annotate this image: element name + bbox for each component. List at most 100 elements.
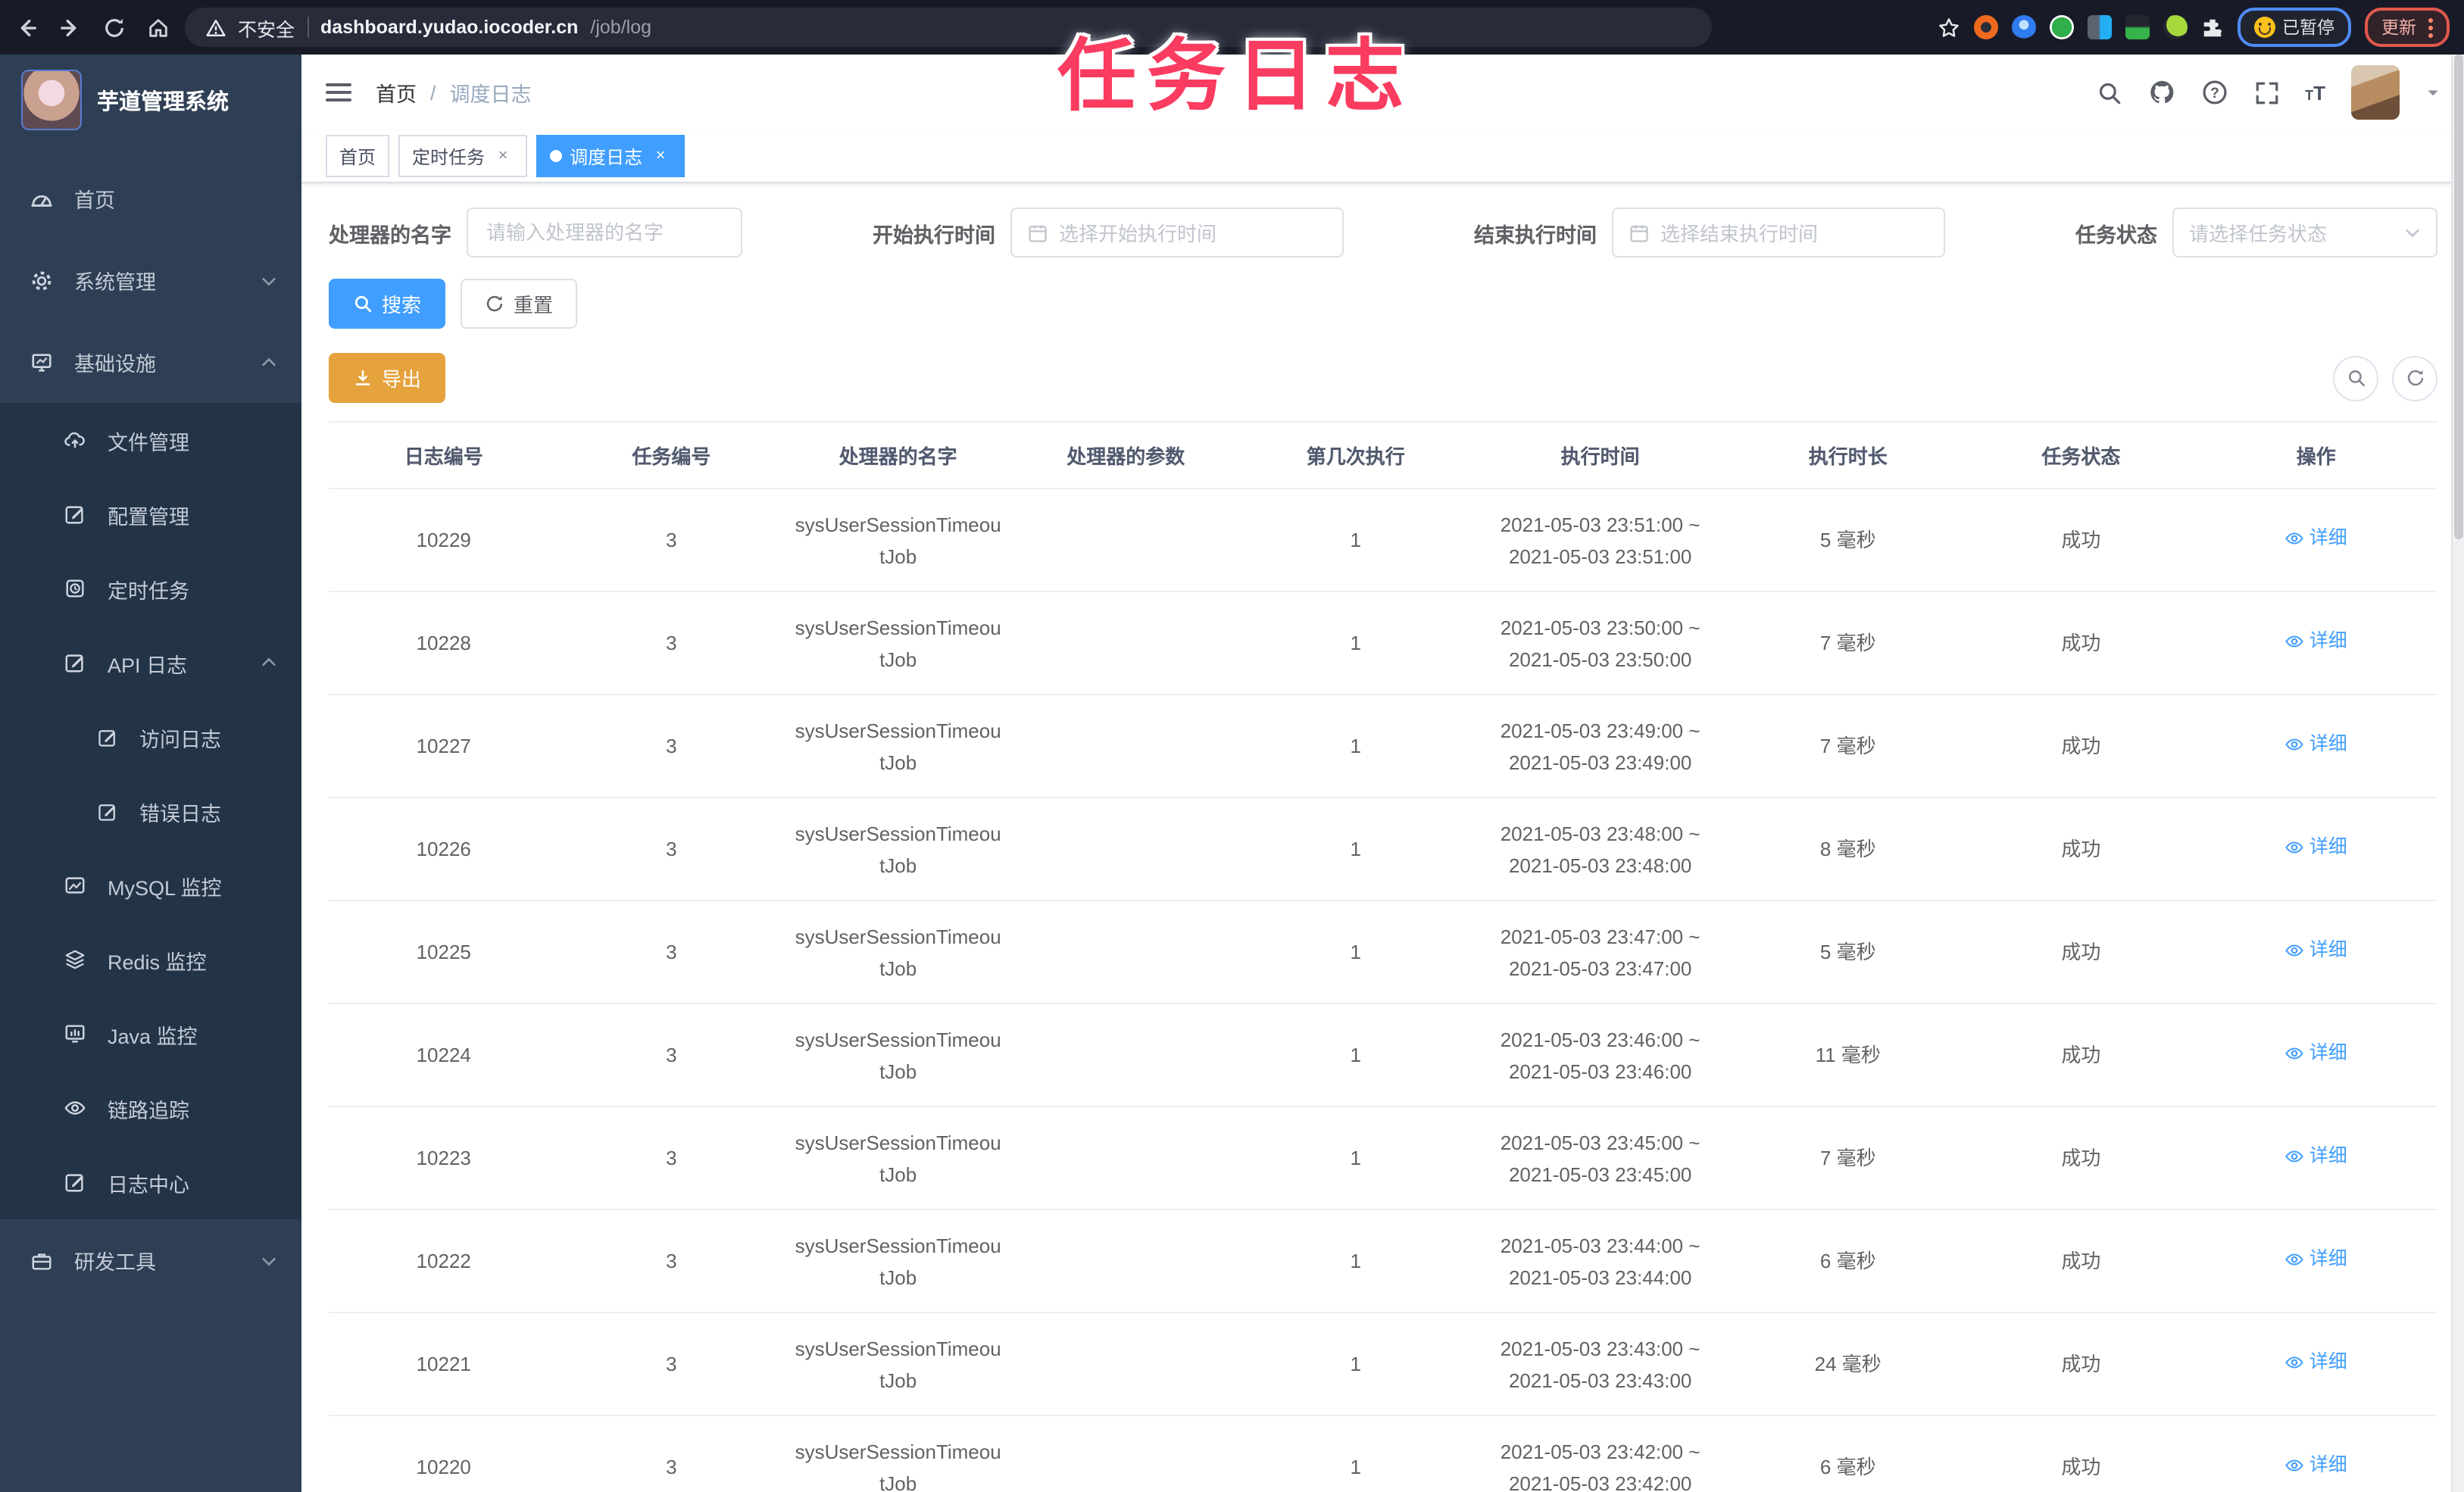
cell-handler-param bbox=[1012, 1358, 1240, 1370]
warning-triangle-icon bbox=[206, 17, 226, 37]
sidebar-item-error-log[interactable]: 错误日志 bbox=[0, 774, 301, 848]
detail-link[interactable]: 详细 bbox=[2285, 626, 2347, 657]
cell-job-id: 3 bbox=[666, 838, 677, 860]
tag-label: 定时任务 bbox=[412, 146, 486, 167]
sidebar-item-mysql-monitor[interactable]: MySQL 监控 bbox=[0, 848, 301, 922]
cell-actions: 详细 bbox=[2195, 1032, 2437, 1078]
detail-link[interactable]: 详细 bbox=[2285, 729, 2347, 760]
export-button[interactable]: 导出 bbox=[329, 353, 446, 403]
cell-handler-name: sysUserSessionTimeoutJob bbox=[795, 1131, 1001, 1185]
page-content: 处理器的名字 开始执行时间 选择开始执行时间 结束执行时间 bbox=[301, 183, 2464, 1492]
app-logo bbox=[21, 70, 82, 130]
sidebar-item-tracing[interactable]: 链路追踪 bbox=[0, 1071, 301, 1145]
sidebar-item-label: Java 监控 bbox=[108, 1025, 198, 1047]
detail-link[interactable]: 详细 bbox=[2285, 1347, 2347, 1378]
table-row: 10228 3 sysUserSessionTimeoutJob 1 2021-05-0… bbox=[329, 592, 2437, 695]
job-status-select[interactable]: 请选择任务状态 bbox=[2172, 208, 2437, 258]
avatar-caret-down-icon[interactable] bbox=[2425, 85, 2441, 100]
detail-link[interactable]: 详细 bbox=[2285, 1244, 2347, 1275]
cell-execute-time: 2021-05-03 23:48:00 ~2021-05-03 23:48:00 bbox=[1500, 822, 1700, 876]
extension-icon-green-y[interactable] bbox=[2049, 15, 2073, 39]
browser-back-icon[interactable] bbox=[15, 16, 38, 39]
doc-edit-icon bbox=[64, 1171, 86, 1194]
sidebar-item-java-monitor[interactable]: Java 监控 bbox=[0, 997, 301, 1071]
sidebar-item-access-log[interactable]: 访问日志 bbox=[0, 700, 301, 774]
cell-actions: 详细 bbox=[2195, 517, 2437, 563]
extension-icon-leaf[interactable] bbox=[2163, 15, 2187, 39]
header-search-icon[interactable] bbox=[2096, 80, 2122, 105]
tag-home[interactable]: 首页 bbox=[326, 135, 390, 177]
cell-actions: 详细 bbox=[2195, 1444, 2437, 1490]
reset-button[interactable]: 重置 bbox=[461, 279, 578, 329]
detail-link[interactable]: 详细 bbox=[2285, 1141, 2347, 1172]
browser-menu-kebab-icon[interactable] bbox=[2428, 14, 2433, 40]
extension-icon-blue-lamp[interactable] bbox=[2011, 15, 2035, 39]
address-bar[interactable]: 不安全 dashboard.yudao.iocoder.cn/job/log bbox=[185, 8, 1712, 47]
end-time-picker[interactable]: 选择结束执行时间 bbox=[1612, 208, 1945, 258]
extensions-puzzle-icon[interactable] bbox=[2200, 16, 2223, 39]
search-button[interactable]: 搜索 bbox=[329, 279, 446, 329]
detail-link[interactable]: 详细 bbox=[2285, 1450, 2347, 1481]
tag-close-icon[interactable]: × bbox=[492, 145, 514, 167]
detail-link[interactable]: 详细 bbox=[2285, 935, 2347, 966]
user-avatar[interactable] bbox=[2351, 65, 2400, 120]
tag-scheduled-jobs[interactable]: 定时任务 × bbox=[398, 135, 528, 177]
breadcrumb-home[interactable]: 首页 bbox=[376, 77, 417, 108]
url-host: dashboard.yudao.iocoder.cn bbox=[320, 17, 579, 38]
extension-icon-switch-on[interactable] bbox=[2125, 15, 2149, 39]
begin-time-picker[interactable]: 选择开始执行时间 bbox=[1010, 208, 1344, 258]
sidebar-item-config-management[interactable]: 配置管理 bbox=[0, 477, 301, 551]
export-button-label: 导出 bbox=[382, 368, 422, 391]
toggle-search-button[interactable] bbox=[2333, 355, 2378, 401]
extension-icon-grid[interactable] bbox=[2087, 15, 2111, 39]
profile-paused-badge[interactable]: 已暂停 bbox=[2237, 8, 2351, 47]
chevron-up-icon bbox=[261, 654, 277, 671]
cell-handler-name: sysUserSessionTimeoutJob bbox=[795, 1440, 1001, 1492]
cell-job-id: 3 bbox=[666, 1147, 677, 1169]
sidebar-item-system[interactable]: 系统管理 bbox=[0, 239, 301, 321]
cell-job-id: 3 bbox=[666, 529, 677, 551]
sidebar-item-label: MySQL 监控 bbox=[108, 876, 222, 899]
fullscreen-icon[interactable] bbox=[2253, 80, 2279, 105]
url-path: /job/log bbox=[590, 17, 652, 38]
github-icon[interactable] bbox=[2147, 79, 2175, 106]
extension-icon-orange[interactable] bbox=[1973, 15, 1997, 39]
browser-home-icon[interactable] bbox=[147, 16, 170, 39]
scrollbar-thumb[interactable] bbox=[2454, 55, 2463, 539]
cell-duration: 7 毫秒 bbox=[1819, 735, 1876, 757]
sidebar-item-label: 首页 bbox=[74, 189, 115, 212]
sidebar-item-home[interactable]: 首页 bbox=[0, 158, 301, 239]
browser-update-button[interactable]: 更新 bbox=[2365, 8, 2450, 47]
sidebar-item-log-center[interactable]: 日志中心 bbox=[0, 1145, 301, 1219]
browser-forward-icon[interactable] bbox=[59, 16, 82, 39]
detail-link[interactable]: 详细 bbox=[2285, 1038, 2347, 1069]
refresh-table-button[interactable] bbox=[2392, 355, 2437, 401]
cell-execute-time: 2021-05-03 23:43:00 ~2021-05-03 23:43:00 bbox=[1500, 1337, 1700, 1391]
browser-reload-icon[interactable] bbox=[103, 16, 126, 39]
sidebar-logo-row[interactable]: 芋道管理系统 bbox=[0, 55, 301, 145]
bookmark-star-icon[interactable] bbox=[1937, 16, 1960, 39]
sidebar-item-file-management[interactable]: 文件管理 bbox=[0, 403, 301, 477]
sidebar-item-label: 基础设施 bbox=[74, 353, 156, 376]
sidebar-item-dev-tools[interactable]: 研发工具 bbox=[0, 1219, 301, 1301]
help-icon[interactable]: ? bbox=[2200, 79, 2228, 106]
cell-execute-index: 1 bbox=[1350, 838, 1361, 860]
tag-job-log[interactable]: 调度日志 × bbox=[536, 135, 685, 177]
sidebar-item-redis-monitor[interactable]: Redis 监控 bbox=[0, 922, 301, 997]
cell-job-id: 3 bbox=[666, 735, 677, 757]
table-row: 10224 3 sysUserSessionTimeoutJob 1 2021-05-0… bbox=[329, 1004, 2437, 1107]
sidebar-item-infrastructure[interactable]: 基础设施 bbox=[0, 321, 301, 403]
breadcrumb: 首页 / 调度日志 bbox=[376, 77, 532, 108]
detail-link[interactable]: 详细 bbox=[2285, 832, 2347, 863]
begin-time-label: 开始执行时间 bbox=[873, 223, 995, 246]
sidebar-item-scheduled-jobs[interactable]: 定时任务 bbox=[0, 551, 301, 626]
page-scrollbar[interactable] bbox=[2451, 55, 2464, 1492]
detail-link[interactable]: 详细 bbox=[2285, 523, 2347, 554]
hamburger-icon[interactable] bbox=[326, 79, 351, 106]
tag-close-icon[interactable]: × bbox=[650, 145, 671, 167]
handler-name-label: 处理器的名字 bbox=[329, 223, 451, 246]
handler-name-input[interactable] bbox=[467, 208, 742, 258]
font-size-icon[interactable]: TT bbox=[2305, 81, 2325, 104]
sidebar-item-api-log[interactable]: API 日志 bbox=[0, 626, 301, 700]
cell-handler-name: sysUserSessionTimeoutJob bbox=[795, 822, 1001, 876]
